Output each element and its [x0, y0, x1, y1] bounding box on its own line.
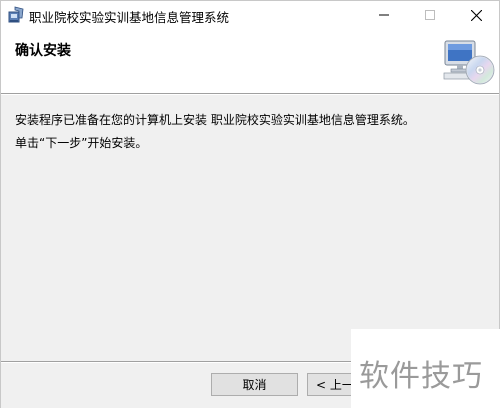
- watermark-text: 软件技巧: [359, 359, 483, 394]
- window-title: 职业院校实验实训基地信息管理系统: [29, 10, 230, 25]
- maximize-button[interactable]: [407, 1, 453, 29]
- cancel-button[interactable]: 取消: [211, 373, 298, 396]
- wizard-header: 确认安装: [1, 29, 499, 93]
- minimize-button[interactable]: [361, 1, 407, 29]
- maximize-icon: [425, 10, 435, 20]
- page-title: 确认安装: [15, 43, 71, 59]
- watermark-overlay: 软件技巧: [351, 329, 500, 408]
- installer-window: 职业院校实验实训基地信息管理系统 确认安装 安装程序已准备在您的计算机上安装 职…: [0, 0, 500, 408]
- wizard-content: 安装程序已准备在您的计算机上安装 职业院校实验实训基地信息管理系统。 单击“下一…: [1, 95, 499, 361]
- close-button[interactable]: [453, 1, 499, 29]
- computer-cd-icon: [443, 40, 495, 85]
- instruction-message: 单击“下一步”开始安装。: [15, 136, 148, 150]
- ready-message: 安装程序已准备在您的计算机上安装 职业院校实验实训基地信息管理系统。: [15, 113, 415, 127]
- title-bar[interactable]: 职业院校实验实训基地信息管理系统: [1, 1, 499, 29]
- close-icon: [470, 9, 482, 21]
- installer-icon: [8, 6, 24, 23]
- minimize-icon: [379, 14, 389, 16]
